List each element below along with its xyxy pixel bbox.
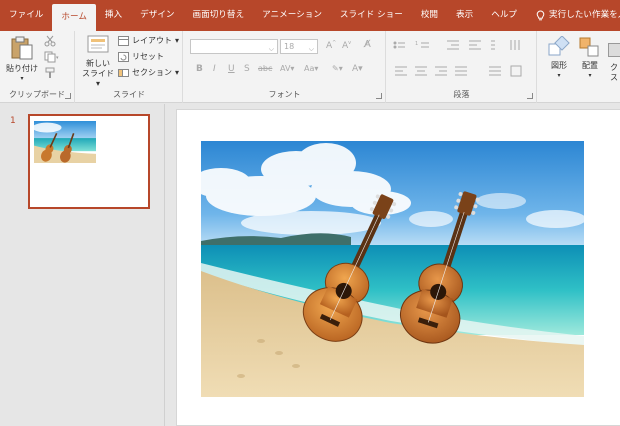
underline-icon[interactable]: U: [228, 64, 235, 74]
shapes-button[interactable]: 図形 ▾: [544, 35, 574, 81]
section-icon: [118, 68, 129, 77]
font-size-combo[interactable]: 18 ⌵: [280, 39, 318, 54]
strikethrough-icon[interactable]: abc: [258, 64, 272, 73]
paste-button[interactable]: 貼り付け ▾: [5, 35, 39, 84]
arrange-label: 配置: [582, 61, 598, 70]
shapes-label: 図形: [551, 61, 567, 70]
font-size-value: 18: [284, 42, 295, 51]
quick-styles-button[interactable]: ク ス: [608, 43, 620, 83]
paragraph-group: 1 段落: [387, 31, 537, 103]
ribbon-tab-bar: ファイル ホーム 挿入 デザイン 画面切り替え アニメーション スライド ショー…: [0, 0, 620, 31]
reset-button[interactable]: リセット: [118, 51, 164, 62]
slide-thumbnail-1[interactable]: [28, 114, 150, 209]
ribbon-home: 貼り付け ▾ ▾ クリップボード 新しい スライド ▾ レイアウト ▾ リセット…: [0, 31, 620, 103]
new-slide-label-2: スライド ▾: [82, 69, 114, 88]
bold-icon[interactable]: B: [196, 64, 203, 74]
tab-review[interactable]: 校閲: [412, 0, 447, 31]
cut-icon: [44, 35, 56, 47]
slides-group-label: スライド: [113, 90, 145, 99]
numbering-icon: 1: [415, 41, 429, 48]
reset-label: リセット: [132, 52, 164, 61]
tab-home[interactable]: ホーム: [52, 4, 96, 31]
slide-editing-area: [166, 104, 620, 426]
paste-label: 貼り付け: [6, 64, 38, 73]
font-color-button[interactable]: A▾: [352, 64, 363, 74]
section-label: セクション: [132, 68, 172, 77]
tab-insert[interactable]: 挿入: [96, 0, 131, 31]
new-slide-label-1: 新しい: [86, 59, 110, 68]
paragraph-launcher[interactable]: [527, 93, 533, 99]
arrange-icon: [579, 37, 599, 57]
format-painter-icon: [45, 67, 55, 78]
layout-icon: [118, 35, 129, 46]
slide-thumbnail-pane: 1: [0, 104, 165, 426]
change-case-button[interactable]: Aa▾: [304, 64, 318, 73]
new-slide-button[interactable]: 新しい スライド ▾: [79, 34, 117, 89]
shapes-icon: [548, 35, 570, 56]
clipboard-launcher[interactable]: [65, 93, 71, 99]
drawing-group: 図形 ▾ 配置 ▾ ク ス: [538, 31, 620, 103]
font-launcher[interactable]: [376, 93, 382, 99]
format-painter-button[interactable]: [44, 67, 56, 79]
section-button[interactable]: セクション ▾: [118, 67, 179, 78]
clear-format-button[interactable]: A̸: [364, 39, 371, 50]
cut-button[interactable]: [44, 35, 56, 47]
paragraph-group-label: 段落: [453, 90, 470, 99]
tell-me-text: 実行したい作業を入力し: [549, 10, 620, 20]
tab-animations[interactable]: アニメーション: [253, 0, 331, 31]
copy-icon: ▾: [44, 51, 59, 63]
char-spacing-button[interactable]: AV▾: [280, 64, 294, 73]
new-slide-icon: [87, 35, 109, 53]
tab-slideshow[interactable]: スライド ショー: [331, 0, 412, 31]
tab-view[interactable]: 表示: [447, 0, 482, 31]
tab-design[interactable]: デザイン: [131, 0, 183, 31]
bullets-icon: [393, 41, 405, 49]
lightbulb-icon: [536, 9, 545, 20]
reset-icon: [118, 51, 129, 62]
slide-number: 1: [10, 116, 16, 126]
tell-me-box[interactable]: 実行したい作業を入力し: [526, 0, 620, 31]
font-name-combo[interactable]: ⌵: [190, 39, 278, 54]
tab-file[interactable]: ファイル: [0, 0, 52, 31]
italic-icon[interactable]: I: [213, 64, 216, 74]
layout-button[interactable]: レイアウト ▾: [118, 35, 179, 46]
beach-guitar-photo[interactable]: [201, 141, 584, 397]
paste-icon: [11, 36, 33, 60]
slides-group: 新しい スライド ▾ レイアウト ▾ リセット セクション ▾ スライド: [76, 31, 183, 103]
shadow-button[interactable]: S: [244, 64, 250, 74]
highlight-button[interactable]: ✎▾: [332, 64, 343, 73]
slide-canvas[interactable]: [176, 109, 620, 426]
font-group-label: フォント: [268, 90, 301, 99]
grow-font-button[interactable]: A^: [326, 40, 336, 51]
tab-help[interactable]: ヘルプ: [482, 0, 526, 31]
quick-styles-label-2: ス: [610, 73, 618, 82]
layout-label: レイアウト: [132, 36, 172, 45]
quick-styles-label-1: ク: [610, 63, 618, 72]
font-group: ⌵ 18 ⌵ A^ Av A̸ B I U S abc AV▾ Aa▾ ✎▾ A▾…: [184, 31, 386, 103]
svg-text:1: 1: [415, 41, 418, 47]
svg-text:▾: ▾: [56, 55, 59, 61]
arrange-button[interactable]: 配置 ▾: [576, 36, 604, 81]
shrink-font-button[interactable]: Av: [342, 40, 351, 51]
copy-button[interactable]: ▾: [44, 51, 60, 63]
clipboard-group: 貼り付け ▾ ▾ クリップボード: [0, 31, 75, 103]
thumbnail-beach-image: [34, 121, 96, 163]
paragraph-controls[interactable]: 1: [391, 37, 531, 85]
clipboard-group-label: クリップボード: [9, 90, 65, 99]
tab-transitions[interactable]: 画面切り替え: [184, 0, 254, 31]
